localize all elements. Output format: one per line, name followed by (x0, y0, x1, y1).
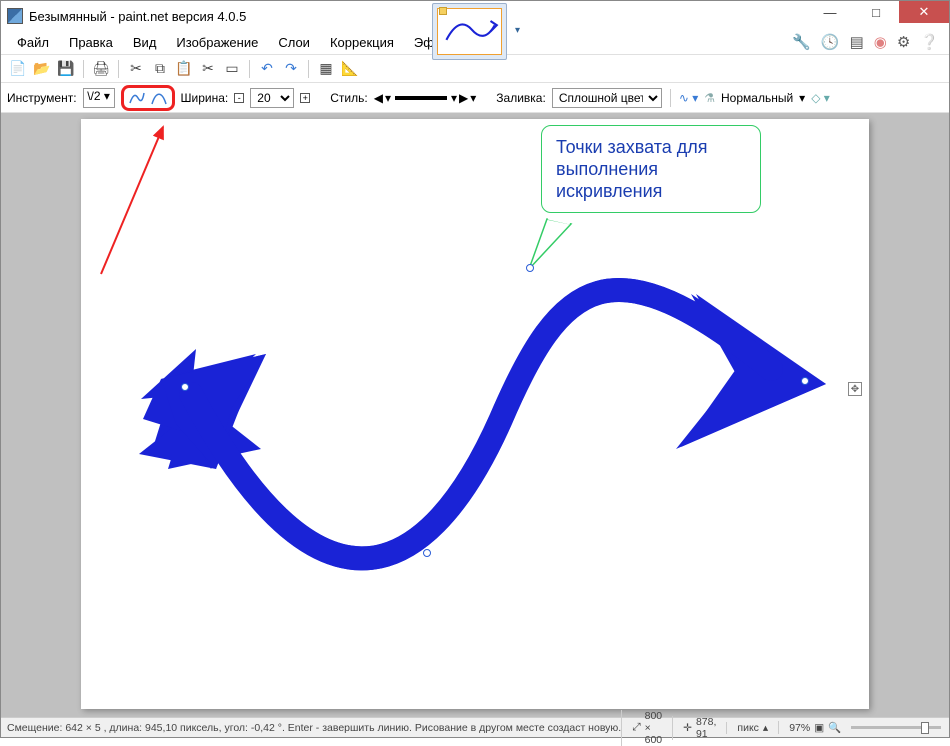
copy-icon[interactable]: ⧉ (151, 60, 169, 78)
undo-icon[interactable]: ↶ (258, 60, 276, 78)
help-icon[interactable]: ❔ (920, 33, 939, 51)
menu-layers[interactable]: Слои (268, 33, 320, 52)
dimensions-icon: ⤢ (632, 721, 640, 734)
menu-image[interactable]: Изображение (166, 33, 268, 52)
separator (118, 60, 119, 78)
tool-options-toolbar: Инструмент: \/2 ▾ Ширина: - 20 + Стиль: … (1, 83, 949, 113)
ruler-icon[interactable]: 📐 (341, 60, 359, 78)
cursor-icon: ✛ (683, 722, 692, 734)
callout-bubble: Точки захвата для выполнения искривления (541, 125, 761, 213)
bezier-curve-icon[interactable] (150, 89, 168, 107)
workarea: Точки захвата для выполнения искривления… (1, 113, 949, 717)
spline-curve-icon[interactable] (128, 89, 146, 107)
status-zoom: 97% ▣ 🔍 🔍 (778, 721, 950, 734)
move-handle[interactable]: ✥ (848, 382, 862, 396)
zoom-slider[interactable] (851, 726, 941, 729)
end-cap-icon[interactable]: ▶ (459, 91, 468, 105)
antialias-icon[interactable]: ∿ ▾ (679, 91, 698, 105)
new-file-icon[interactable]: 📄 (9, 60, 27, 78)
deselect-icon[interactable]: ▭ (223, 60, 241, 78)
curve-handle[interactable] (526, 264, 534, 272)
grid-icon[interactable]: ▦ (317, 60, 335, 78)
window-title: Безымянный - paint.net версия 4.0.5 (29, 9, 246, 24)
cut-icon[interactable]: ✂ (127, 60, 145, 78)
width-increase-button[interactable]: + (300, 93, 310, 103)
status-info: Смещение: 642 × 5 , длина: 945,10 пиксел… (7, 722, 621, 734)
aux-toolbar: 🔧 🕓 ▤ ◉ ⚙ ❔ (792, 33, 939, 51)
callout-tail (529, 219, 571, 269)
statusbar: Смещение: 642 × 5 , длина: 945,10 пиксел… (1, 717, 949, 737)
dash-style-icon[interactable] (395, 96, 447, 100)
separator (670, 89, 671, 107)
colors-window-icon[interactable]: ◉ (874, 33, 887, 51)
window-controls: — □ ✕ (807, 1, 949, 23)
layers-window-icon[interactable]: ▤ (850, 33, 864, 51)
settings-icon[interactable]: ⚙ (897, 33, 910, 51)
menu-adjustments[interactable]: Коррекция (320, 33, 404, 52)
history-window-icon[interactable]: 🕓 (821, 33, 840, 51)
open-file-icon[interactable]: 📂 (33, 60, 51, 78)
canvas[interactable]: Точки захвата для выполнения искривления… (81, 119, 869, 709)
pin-icon (439, 7, 447, 15)
status-units[interactable]: пикс ▴ (726, 722, 778, 734)
start-cap-icon[interactable]: ◀ (374, 91, 383, 105)
save-icon[interactable]: 💾 (57, 60, 75, 78)
line-style-control[interactable]: ◀▾ ▾ ▶▾ (374, 91, 477, 105)
menu-file[interactable]: Файл (7, 33, 59, 52)
status-cursor: ✛ 878, 91 (672, 716, 726, 740)
menu-view[interactable]: Вид (123, 33, 167, 52)
paste-icon[interactable]: 📋 (175, 60, 193, 78)
curve-type-highlight (121, 85, 175, 111)
status-dimensions: ⤢ 800 × 600 (621, 710, 672, 746)
curve-handle[interactable] (423, 549, 431, 557)
callout-text: Точки захвата для выполнения искривления (556, 137, 708, 201)
maximize-button[interactable]: □ (853, 1, 899, 23)
fill-select[interactable]: Сплошной цвет (552, 88, 662, 108)
app-icon (7, 8, 23, 24)
fit-window-icon[interactable]: ▣ (814, 722, 824, 734)
tools-window-icon[interactable]: 🔧 (792, 33, 811, 51)
minimize-button[interactable]: — (807, 1, 853, 23)
print-icon[interactable]: 🖨 (92, 60, 110, 78)
close-button[interactable]: ✕ (899, 1, 949, 23)
curve-handle[interactable] (181, 383, 189, 391)
style-label: Стиль: (330, 91, 367, 105)
blend-mode-label[interactable]: Нормальный (721, 91, 793, 105)
crop-icon[interactable]: ✂︎ (199, 60, 217, 78)
selection-mode-icon[interactable]: ◇ ▾ (811, 91, 830, 105)
curve-handle[interactable] (801, 377, 809, 385)
blend-icon[interactable]: ⚗ (704, 91, 715, 105)
image-thumbnail[interactable] (437, 8, 502, 55)
instrument-label: Инструмент: (7, 91, 77, 105)
annotation-arrow (101, 127, 163, 274)
zoom-out-icon[interactable]: 🔍 (828, 721, 841, 734)
width-decrease-button[interactable]: - (234, 93, 244, 103)
separator (83, 60, 84, 78)
redo-icon[interactable]: ↷ (282, 60, 300, 78)
tool-picker[interactable]: \/2 ▾ (83, 88, 115, 108)
separator (308, 60, 309, 78)
brush-width-select[interactable]: 20 (250, 88, 294, 108)
chevron-up-icon: ▴ (763, 722, 768, 734)
thumbnail-dropdown-icon[interactable]: ▾ (515, 25, 520, 36)
separator (249, 60, 250, 78)
menu-edit[interactable]: Правка (59, 33, 123, 52)
fill-label: Заливка: (496, 91, 546, 105)
width-label: Ширина: (181, 91, 229, 105)
